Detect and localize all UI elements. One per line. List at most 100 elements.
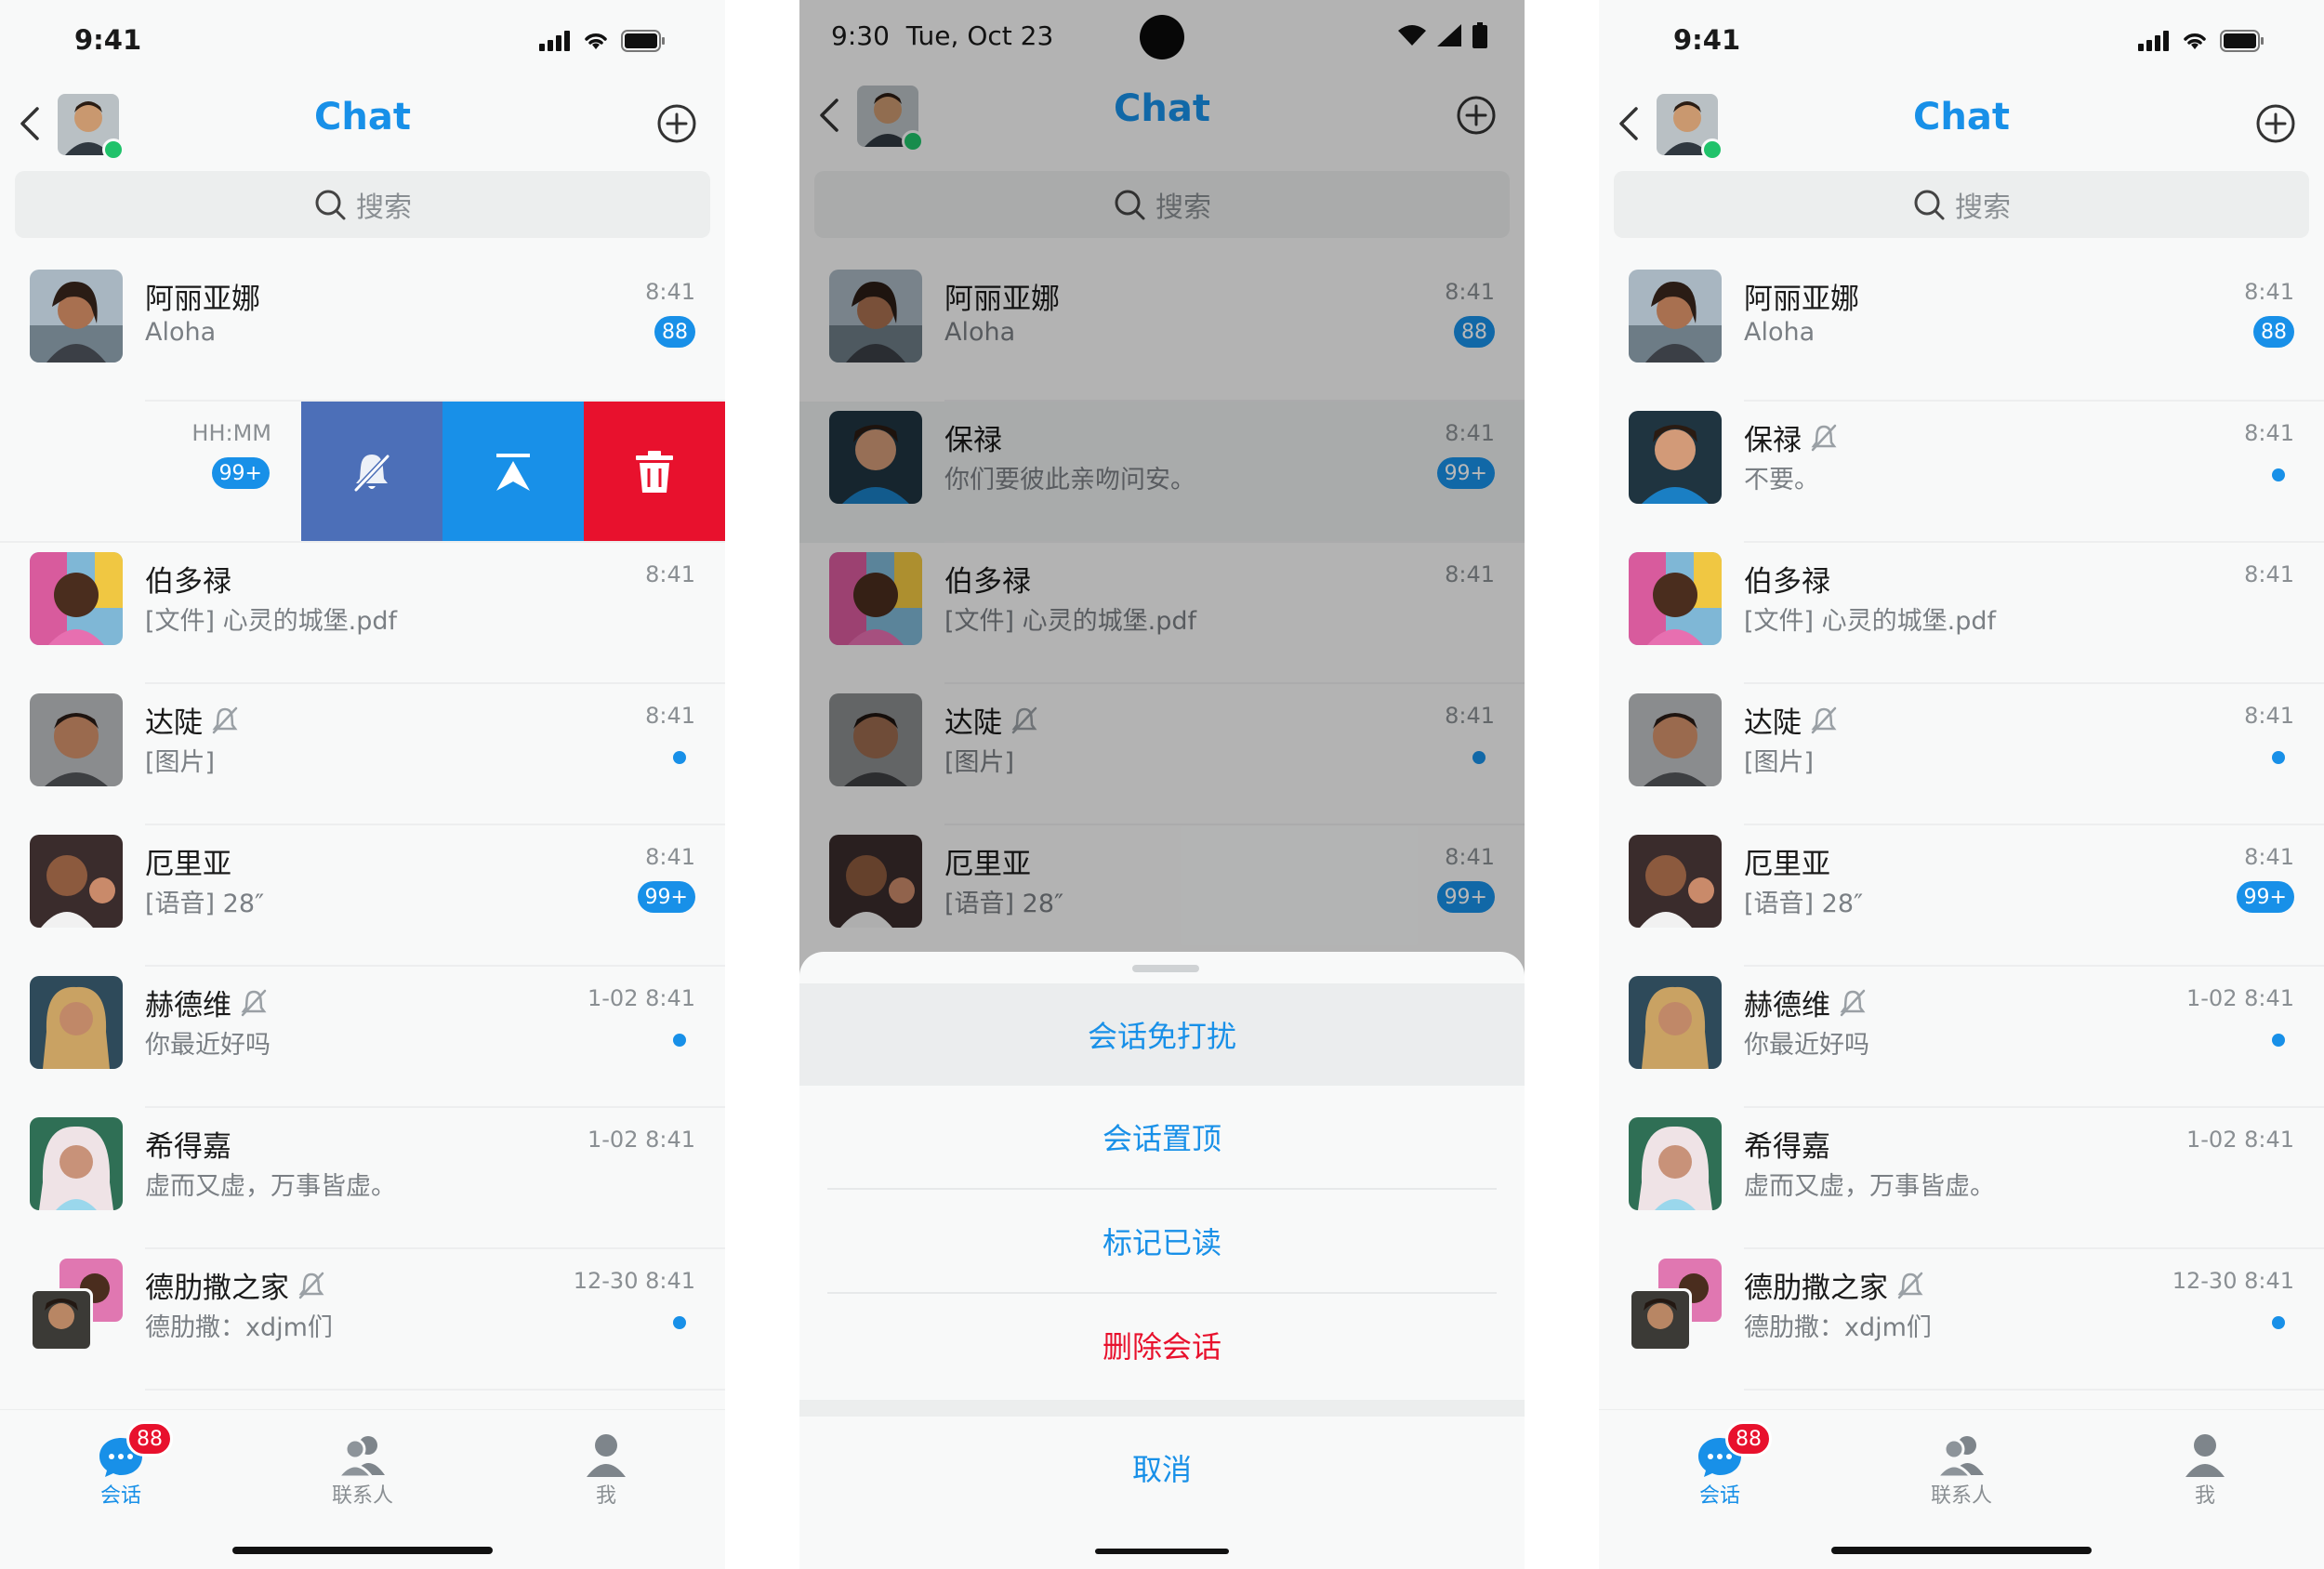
chat-name: 赫德维 [1744, 989, 1830, 1022]
tab-label: 联系人 [331, 1484, 393, 1508]
group-avatar [30, 1259, 123, 1351]
chat-last-message: [图片] [1744, 748, 1815, 777]
page-title: Chat [1913, 96, 2010, 138]
unread-dot [2272, 1034, 2285, 1047]
chat-last-message: Aloha [145, 318, 217, 347]
battery-icon [621, 30, 665, 52]
delete-action-button[interactable] [584, 402, 725, 543]
tab-me[interactable]: 我 [550, 1423, 662, 1509]
swipe-actions [301, 402, 725, 543]
phone-chat-list: 9:41 Chat 搜索 阿丽亚娜 Aloha 8:41 88 保禄 不要。 8… [1599, 0, 2324, 1569]
search-placeholder: 搜索 [1955, 191, 2011, 224]
tab-contacts[interactable]: 联系人 [307, 1423, 418, 1509]
chat-row[interactable]: 伯多禄 [文件] 心灵的城堡.pdf 8:41 [1599, 543, 2324, 684]
cancel-button[interactable]: 取消 [799, 1417, 1525, 1519]
chat-last-message: 德肋撒：xdjm们 [145, 1313, 333, 1342]
chat-row[interactable]: 达陡 [图片] 8:41 [1599, 684, 2324, 825]
unread-badge: 99+ [211, 457, 270, 489]
status-bar: 9:41 [0, 0, 725, 84]
unread-dot [2272, 751, 2285, 764]
avatar [1629, 270, 1722, 363]
tab-me[interactable]: 我 [2149, 1423, 2261, 1509]
chat-row[interactable]: 伯多禄 [文件] 心灵的城堡.pdf 8:41 [0, 543, 725, 684]
mute-conversation-option[interactable]: 会话免打扰 [799, 983, 1525, 1086]
unread-badge: 99+ [637, 881, 695, 913]
unread-badge: 99+ [2236, 881, 2294, 913]
avatar [30, 835, 123, 928]
chat-row[interactable]: 厄里亚 [语音] 28″ 8:41 99+ [1599, 825, 2324, 967]
avatar [30, 270, 123, 363]
chat-row[interactable]: 达陡 [图片] 8:41 [0, 684, 725, 825]
signal-icon [2138, 31, 2169, 51]
add-circle-icon[interactable] [2255, 103, 2296, 144]
delete-conversation-option[interactable]: 删除会话 [799, 1294, 1525, 1396]
chat-row[interactable]: 赫德维 你最近好吗 1-02 8:41 [1599, 967, 2324, 1108]
sheet-handle[interactable] [1132, 965, 1199, 972]
tab-chats[interactable]: 88 会话 [65, 1421, 177, 1509]
unread-dot [673, 1316, 686, 1329]
chat-time: 12-30 8:41 [573, 1268, 695, 1294]
chat-row[interactable]: 德肋撒之家 德肋撒：xdjm们 12-30 8:41 [1599, 1249, 2324, 1391]
phone-swipe-actions: 9:41 Chat 搜索 阿丽亚娜 Aloha 8:41 88 HH:MM 99… [0, 0, 725, 1569]
chat-row[interactable]: 德肋撒之家 德肋撒：xdjm们 12-30 8:41 [0, 1249, 725, 1391]
chat-last-message: 你最近好吗 [1744, 1031, 1869, 1060]
chat-row[interactable]: 希得嘉 虚而又虚，万事皆虚。 1-02 8:41 [1599, 1108, 2324, 1249]
avatar [1629, 411, 1722, 504]
status-icons [2138, 30, 2265, 52]
mute-action-button[interactable] [301, 402, 442, 543]
chat-row[interactable]: 厄里亚 [语音] 28″ 8:41 99+ [0, 825, 725, 967]
avatar [1629, 976, 1722, 1069]
search-bar[interactable]: 搜索 [1614, 171, 2309, 238]
chat-row[interactable]: 阿丽亚娜 Aloha 8:41 88 [1599, 260, 2324, 402]
chat-last-message: [语音] 28″ [145, 890, 265, 918]
chat-name: 赫德维 [145, 989, 231, 1022]
muted-bell-icon [298, 1272, 324, 1299]
tab-bar: 88 会话 联系人 我 [1599, 1409, 2324, 1569]
chat-last-message: Aloha [1744, 318, 1816, 347]
chat-time: 1-02 8:41 [588, 1127, 695, 1153]
signal-icon [539, 31, 570, 51]
muted-bell-icon [1811, 706, 1837, 733]
pin-top-action-button[interactable] [442, 402, 584, 543]
chat-time: 8:41 [2244, 279, 2294, 305]
chat-name: 阿丽亚娜 [1744, 283, 1859, 316]
unread-dot [673, 751, 686, 764]
chat-time: 1-02 8:41 [588, 985, 695, 1011]
chat-last-message: 虚而又虚，万事皆虚。 [1744, 1172, 1995, 1201]
avatar [1629, 552, 1722, 645]
search-placeholder: 搜索 [356, 191, 412, 224]
muted-bell-icon [1897, 1272, 1923, 1299]
chat-row[interactable]: 希得嘉 虚而又虚，万事皆虚。 1-02 8:41 [0, 1108, 725, 1249]
chat-row[interactable]: 阿丽亚娜 Aloha 8:41 88 [0, 260, 725, 402]
chat-time: 8:41 [645, 703, 695, 729]
tab-label: 会话 [1698, 1484, 1740, 1508]
chat-row[interactable]: 赫德维 你最近好吗 1-02 8:41 [0, 967, 725, 1108]
tab-contacts[interactable]: 联系人 [1906, 1423, 2017, 1509]
avatar [30, 976, 123, 1069]
chat-name: 达陡 [1744, 706, 1802, 740]
tab-unread-badge: 88 [126, 1421, 173, 1457]
unread-dot [673, 1034, 686, 1047]
wifi-icon [585, 33, 607, 49]
tab-chats[interactable]: 88 会话 [1664, 1421, 1776, 1509]
chat-name: 伯多禄 [1744, 565, 1830, 599]
search-bar[interactable]: 搜索 [15, 171, 710, 238]
chat-name: 达陡 [145, 706, 203, 740]
add-circle-icon[interactable] [656, 103, 697, 144]
avatar [1629, 693, 1722, 786]
unread-dot [2272, 468, 2285, 481]
home-indicator [1831, 1547, 2092, 1554]
chat-name: 德肋撒之家 [145, 1272, 289, 1305]
chat-row[interactable]: 保禄 不要。 8:41 [1599, 402, 2324, 543]
chat-row-swiped[interactable]: HH:MM 99+ [0, 402, 725, 543]
unread-badge: 88 [654, 316, 695, 348]
pin-conversation-option[interactable]: 会话置顶 [799, 1086, 1525, 1188]
chat-time: HH:MM [191, 420, 271, 446]
home-indicator [232, 1547, 493, 1554]
mark-read-option[interactable]: 标记已读 [799, 1190, 1525, 1292]
chat-last-message: [图片] [145, 748, 216, 777]
avatar [1629, 1117, 1722, 1210]
page-title: Chat [314, 96, 411, 138]
chat-last-message: [文件] 心灵的城堡.pdf [145, 607, 398, 636]
person-icon [2185, 1434, 2225, 1477]
